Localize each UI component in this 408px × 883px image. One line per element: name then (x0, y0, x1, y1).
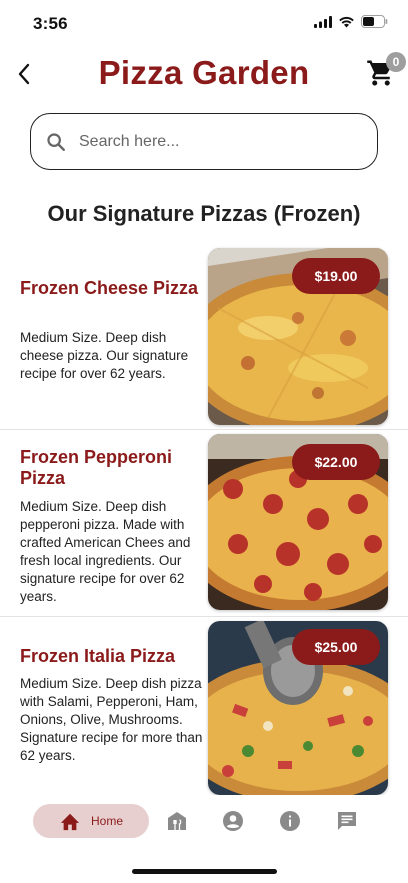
product-description: Medium Size. Deep dish pepperoni pizza. … (20, 499, 191, 604)
product-name: Frozen Pepperoni Pizza (20, 447, 173, 488)
account-icon (223, 811, 243, 831)
price-badge[interactable]: $22.00 (292, 444, 380, 480)
bottom-navigation: Home (0, 795, 408, 851)
app-title: Pizza Garden (98, 54, 310, 91)
nav-account-button[interactable] (221, 809, 245, 833)
search-icon (47, 132, 65, 151)
product-card-cheese[interactable]: Frozen Cheese Pizza Medium Size. Deep di… (0, 245, 408, 429)
info-icon (280, 811, 300, 831)
search-input[interactable] (79, 132, 339, 151)
section-title: Our Signature Pizzas (Frozen) (47, 201, 361, 226)
product-name: Frozen Italia Pizza (20, 646, 176, 666)
restaurant-icon (168, 812, 186, 830)
nav-restaurant-button[interactable] (165, 809, 189, 833)
app-header: Pizza Garden (0, 48, 408, 104)
product-card-pepperoni[interactable]: Frozen Pepperoni Pizza Medium Size. Deep… (0, 431, 408, 616)
status-time: 3:56 (33, 14, 68, 33)
product-name: Frozen Cheese Pizza (20, 278, 199, 298)
product-description: Medium Size. Deep dish pizza with Salami… (20, 676, 203, 763)
search-bar[interactable] (30, 113, 378, 170)
cellular-signal-icon (314, 15, 332, 28)
nav-info-button[interactable] (278, 809, 302, 833)
status-bar: 3:56 (0, 0, 408, 48)
battery-icon (361, 15, 388, 28)
home-icon (60, 813, 80, 831)
home-indicator (132, 869, 277, 874)
chat-icon (338, 812, 356, 830)
status-icons (314, 15, 388, 28)
cart-count-badge: 0 (386, 52, 406, 72)
price-badge[interactable]: $19.00 (292, 258, 380, 294)
price-badge[interactable]: $25.00 (292, 629, 380, 665)
product-list[interactable]: Frozen Cheese Pizza Medium Size. Deep di… (0, 245, 408, 795)
product-card-italia[interactable]: Frozen Italia Pizza Medium Size. Deep di… (0, 618, 408, 795)
product-divider (0, 616, 408, 617)
nav-chat-button[interactable] (335, 809, 359, 833)
nav-home-label: Home (90, 814, 123, 828)
product-divider (0, 429, 408, 430)
wifi-icon (339, 16, 354, 27)
product-description: Medium Size. Deep dish cheese pizza. Our… (20, 330, 189, 381)
nav-home-button[interactable]: Home (33, 804, 149, 838)
